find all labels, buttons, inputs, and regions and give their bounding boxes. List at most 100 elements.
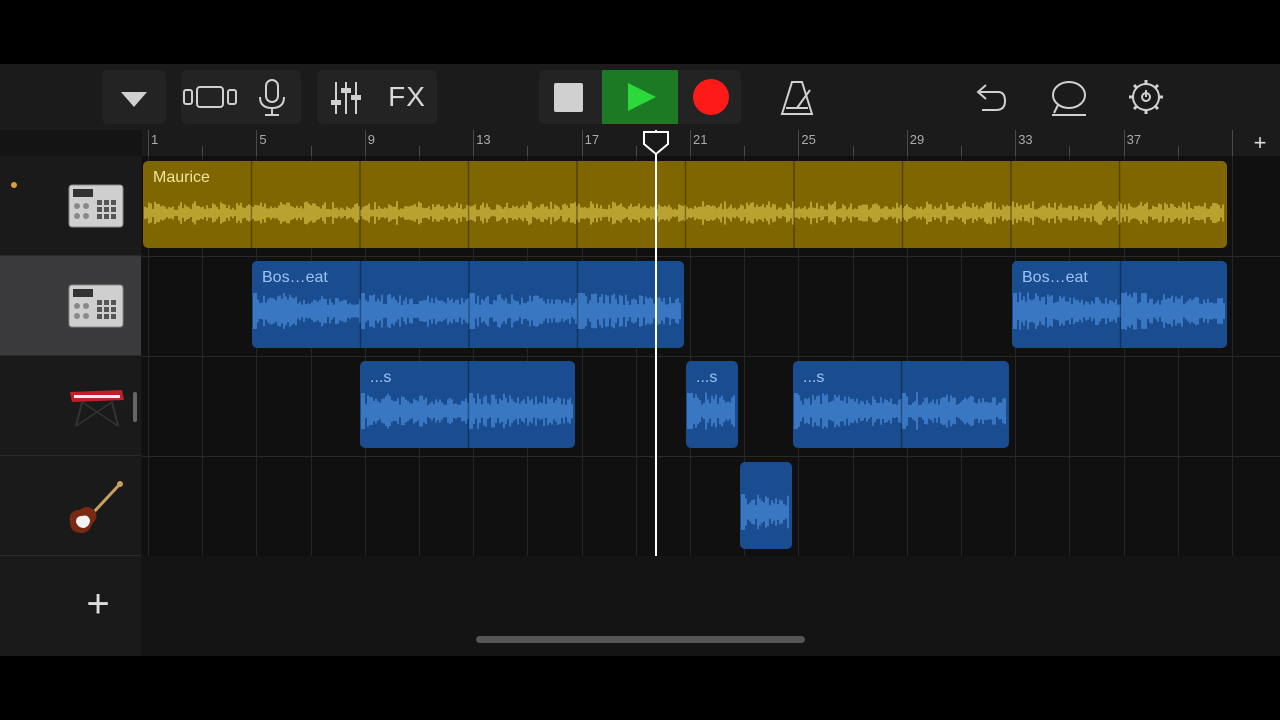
bar-ruler[interactable]: 1 5 9 13 17 21 25 29 33 37 xyxy=(142,130,1280,156)
ruler-tick xyxy=(202,146,204,156)
mixer-sliders-icon xyxy=(331,82,361,114)
track-lanes[interactable]: Maurice Bos…eat Bos…eat ...s ...s ...s xyxy=(142,156,1280,557)
track-header-3[interactable] xyxy=(0,356,141,456)
loop-region[interactable]: ...s xyxy=(793,361,1009,448)
ruler-tick xyxy=(744,146,746,156)
ruler-bar-number: 13 xyxy=(476,132,491,147)
microphone-button[interactable] xyxy=(243,70,301,124)
ruler-bar-number: 25 xyxy=(801,132,816,147)
loop-region[interactable]: ...s xyxy=(686,361,738,448)
ruler-tick xyxy=(961,146,962,156)
waveform xyxy=(1013,261,1225,348)
waveform-path xyxy=(687,392,735,430)
ruler-tick xyxy=(1069,146,1071,156)
record-icon xyxy=(693,79,729,115)
stop-icon xyxy=(554,83,583,112)
undo-button[interactable] xyxy=(960,70,1018,124)
ruler-tick xyxy=(419,146,420,156)
scroll-indicator[interactable] xyxy=(133,392,137,422)
guitar-icon xyxy=(69,481,123,533)
ruler-tick xyxy=(690,130,691,156)
undo-icon xyxy=(976,84,1007,111)
ruler-bar-number: 29 xyxy=(909,132,925,147)
waveform xyxy=(741,494,789,530)
track-lane-4[interactable] xyxy=(142,456,1280,557)
toolbar: FX xyxy=(0,64,1280,130)
loop-browser-icon xyxy=(1052,81,1086,116)
waveform xyxy=(144,161,1224,248)
play-button[interactable] xyxy=(602,70,678,124)
waveform-path xyxy=(144,201,1224,225)
mixer-button[interactable] xyxy=(317,70,375,124)
waveform xyxy=(253,261,681,348)
ruler-tick xyxy=(635,146,637,156)
loop-region[interactable]: ...s xyxy=(360,361,575,448)
ruler-bar-number: 17 xyxy=(584,132,600,147)
ruler-tick xyxy=(798,130,800,156)
track-header-2[interactable] xyxy=(0,256,141,356)
waveform xyxy=(687,392,735,430)
stop-button[interactable] xyxy=(539,70,599,124)
tracks-view-icon xyxy=(183,86,237,108)
ruler-tick xyxy=(581,130,583,156)
ruler-bar-number: 37 xyxy=(1126,132,1142,147)
transport-group xyxy=(539,70,741,124)
waveform-path xyxy=(253,293,681,329)
track-header-4[interactable] xyxy=(0,456,141,556)
ruler-tick xyxy=(1232,130,1233,156)
garageband-screen: FX 1 5 9 13 17 21 25 29 33 37 + + Mauric… xyxy=(0,64,1280,656)
waveform-path xyxy=(361,393,573,429)
playhead-handle-icon xyxy=(643,131,669,156)
add-track-area: + xyxy=(0,556,141,655)
ruler-bar-number: 33 xyxy=(1018,132,1033,147)
ruler-tick xyxy=(906,130,908,156)
waveform-path xyxy=(741,494,789,530)
ruler-bar-number: 21 xyxy=(693,132,708,147)
loop-browser-button[interactable] xyxy=(1040,70,1098,124)
track-view-button[interactable] xyxy=(181,70,239,124)
ruler-bar-number: 1 xyxy=(151,132,159,147)
track-status-dot xyxy=(11,182,17,188)
metronome-icon xyxy=(780,81,814,115)
drum-machine-icon xyxy=(68,184,124,228)
ruler-tick xyxy=(527,146,529,156)
home-indicator[interactable] xyxy=(476,636,805,643)
loop-region[interactable]: Bos…eat xyxy=(252,261,684,348)
keyboard-icon xyxy=(70,390,124,427)
ruler-tick xyxy=(256,130,258,156)
mix-group: FX xyxy=(317,70,437,124)
record-button[interactable] xyxy=(681,70,741,124)
gear-icon xyxy=(1129,80,1163,114)
loop-region[interactable] xyxy=(740,462,792,549)
waveform-path xyxy=(794,392,1006,430)
ruler-tick xyxy=(852,146,854,156)
ruler-tick xyxy=(148,130,149,156)
waveform xyxy=(361,361,573,448)
ruler-bar-number: 9 xyxy=(367,132,376,147)
ruler-bar-number: 5 xyxy=(259,132,267,147)
add-track-button[interactable]: + xyxy=(80,584,116,624)
play-icon xyxy=(628,83,656,111)
ruler-tick xyxy=(473,130,475,156)
playhead[interactable] xyxy=(643,130,669,556)
ruler-tick xyxy=(1177,146,1179,156)
settings-button[interactable] xyxy=(1117,70,1175,124)
track-headers: + xyxy=(0,156,141,656)
ruler-tick xyxy=(364,130,366,156)
drum-machine-icon xyxy=(68,284,124,328)
ruler-tick xyxy=(1123,130,1125,156)
fx-button[interactable]: FX xyxy=(377,70,437,124)
view-group xyxy=(181,70,301,124)
metronome-button[interactable] xyxy=(768,70,826,124)
ruler-tick xyxy=(1015,130,1017,156)
track-header-1[interactable] xyxy=(0,156,141,256)
loop-region[interactable]: Bos…eat xyxy=(1012,261,1227,348)
microphone-icon xyxy=(259,79,285,116)
ruler-tick xyxy=(310,146,312,156)
tracks-menu-button[interactable] xyxy=(102,70,166,124)
waveform-path xyxy=(1013,292,1225,330)
triangle-down-icon xyxy=(121,92,147,107)
add-section-button[interactable]: + xyxy=(1250,130,1270,156)
audio-region[interactable]: Maurice xyxy=(143,161,1227,248)
waveform xyxy=(794,361,1006,448)
